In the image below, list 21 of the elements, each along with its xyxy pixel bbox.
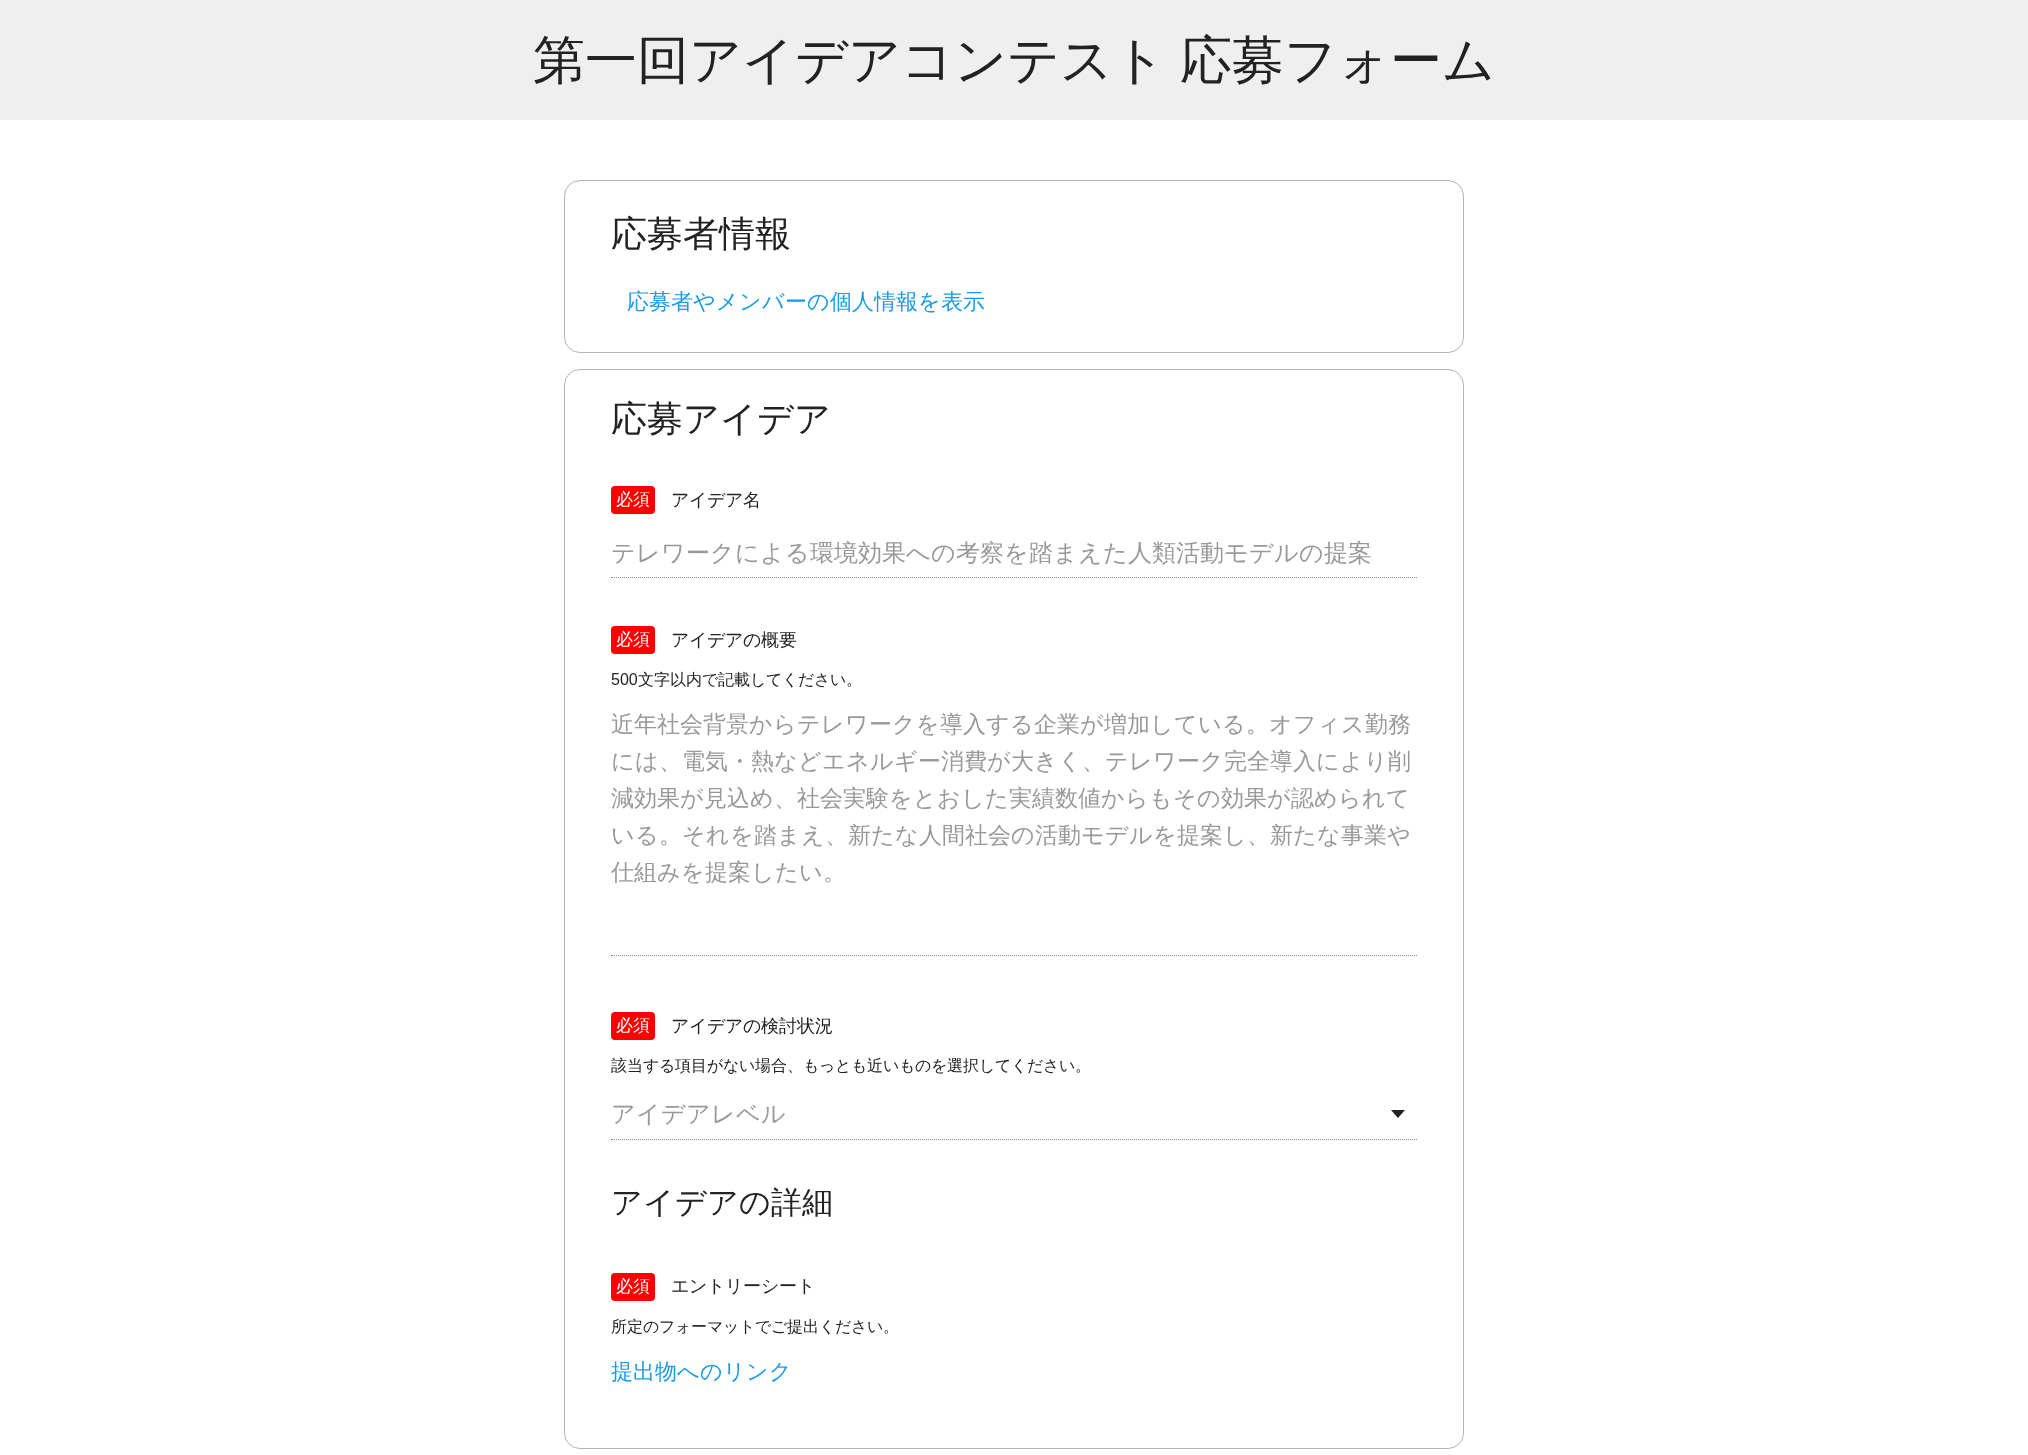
- personal-info-link[interactable]: 応募者やメンバーの個人情報を表示: [627, 285, 985, 318]
- caret-down-icon: [1391, 1109, 1405, 1118]
- field-label: アイデアの検討状況: [671, 1014, 833, 1038]
- idea-level-select[interactable]: アイデアレベル: [611, 1088, 1417, 1140]
- subsection-title: アイデアの詳細: [611, 1184, 834, 1222]
- idea-name-field[interactable]: テレワークによる環境効果への考察を踏まえた人類活動モデルの提案: [611, 528, 1417, 578]
- submission-link[interactable]: 提出物へのリンク: [611, 1354, 792, 1388]
- field-label: アイデア名: [671, 488, 761, 512]
- field-label: アイデアの概要: [671, 628, 797, 652]
- idea-summary-field[interactable]: 近年社会背景からテレワークを導入する企業が増加している。オフィス勤務には、電気・熱などエネルギー消費が大きく、テレワーク完全導入により削減効果が見込め、社会実験をとおした実績数値からもその効果が認められている。それを踏まえ、新たな人間社会の活動モデルを提案し、新たな事業や仕組みを提案したい。: [611, 706, 1417, 956]
- section-title: 応募アイデア: [611, 397, 832, 441]
- field-label: エントリーシート: [671, 1275, 815, 1298]
- required-badge: 必須: [611, 626, 655, 654]
- field-note: 該当する項目がない場合、もっとも近いものを選択してください。: [611, 1056, 1092, 1076]
- page-title: 第一回アイデアコンテスト 応募フォーム: [532, 30, 1496, 91]
- section-title: 応募者情報: [611, 212, 792, 256]
- field-note: 500文字以内で記載してください。: [611, 670, 863, 690]
- required-badge: 必須: [611, 1272, 655, 1301]
- field-note: 所定のフォーマットでご提出ください。: [611, 1316, 900, 1337]
- required-badge: 必須: [611, 1012, 655, 1040]
- required-badge: 必須: [611, 486, 655, 514]
